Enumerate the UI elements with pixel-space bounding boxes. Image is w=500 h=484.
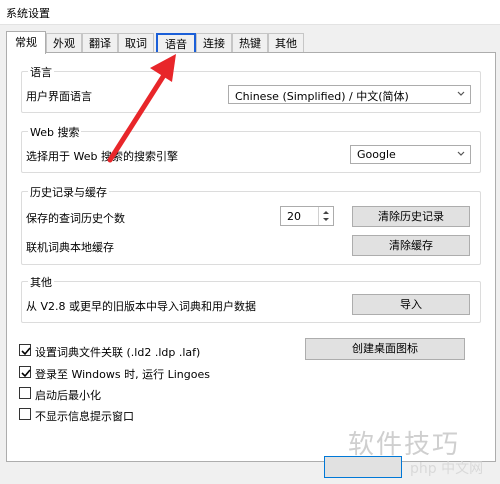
watermark: 软件技巧 (348, 430, 461, 460)
annotation-arrow-icon (107, 54, 176, 163)
watermark-sub: php 中文网 (410, 461, 484, 477)
tab-general[interactable]: 常规 (6, 31, 46, 54)
